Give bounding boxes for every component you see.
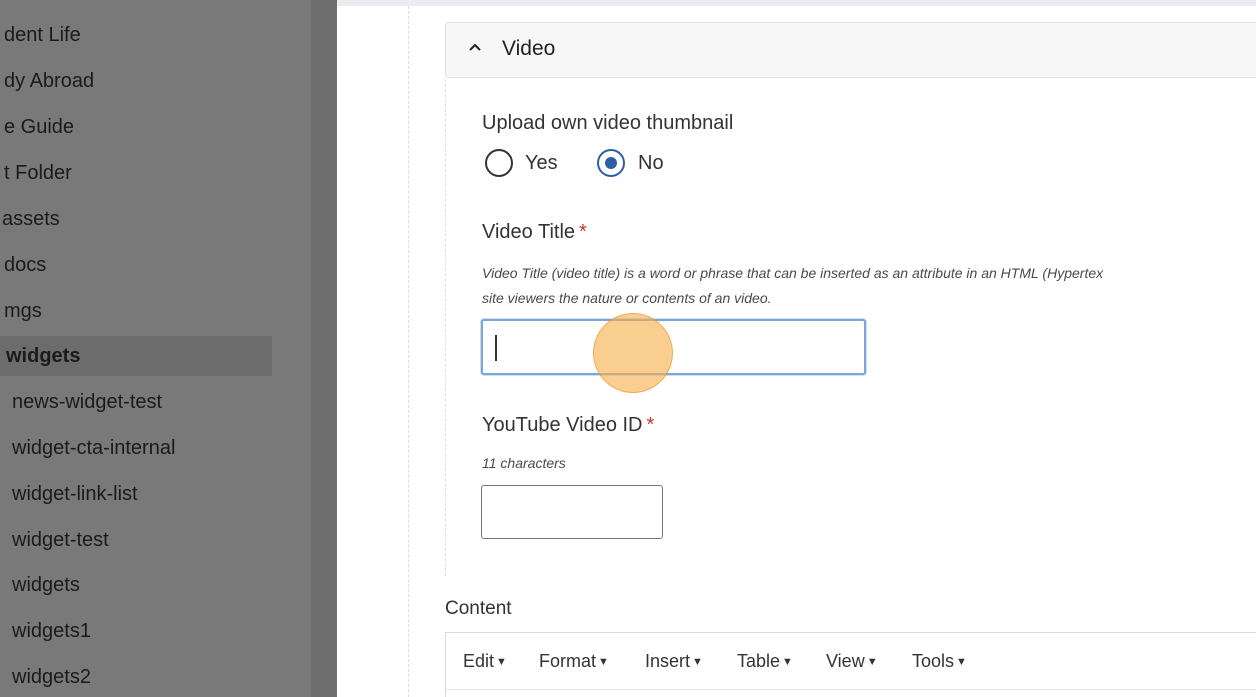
sidebar-item-study-abroad[interactable]: dy Abroad [4,61,94,101]
click-indicator [593,313,673,393]
chevron-down-icon: ▼ [692,656,703,668]
youtube-id-label-text: YouTube Video ID [482,414,643,436]
sidebar-item-widgets2[interactable]: widgets2 [12,657,91,697]
menu-format[interactable]: Format ▼ [539,651,609,672]
sidebar-item-widget-cta-internal[interactable]: widget-cta-internal [12,428,175,468]
sidebar-resize-gutter[interactable] [311,0,337,697]
content-editor: Edit ▼ Format ▼ Insert ▼ Table ▼ View ▼ Tools… [445,632,1256,697]
video-title-input[interactable] [481,319,866,375]
sidebar-item-imgs[interactable]: mgs [4,291,42,331]
menu-tools-label: Tools [912,651,955,671]
youtube-id-label: YouTube Video ID * [482,414,654,437]
form-panel: Video Upload own video thumbnail Yes No … [337,0,1256,697]
content-label: Content [445,598,512,619]
required-marker: * [646,414,655,436]
video-title-help-line2: site viewers the nature or contents of a… [482,290,772,306]
menu-view[interactable]: View ▼ [826,651,878,672]
chevron-down-icon: ▼ [598,656,609,668]
menu-format-label: Format [539,651,597,671]
thumbnail-yes-label[interactable]: Yes [525,152,558,175]
sidebar-item-widgets-folder[interactable]: widgets [0,336,272,376]
video-title-label: Video Title * [482,221,587,244]
menu-insert-label: Insert [645,651,691,671]
youtube-id-input[interactable] [481,485,663,539]
toolbar-divider [446,689,1256,690]
chevron-down-icon: ▼ [782,656,793,668]
video-section-header[interactable]: Video [445,22,1256,78]
menu-tools[interactable]: Tools ▼ [912,651,967,672]
menu-view-label: View [826,651,865,671]
sidebar-item-student-life[interactable]: dent Life [4,15,81,55]
panel-divider [408,6,409,697]
menu-table-label: Table [737,651,781,671]
sidebar-item-widgets[interactable]: widgets [12,565,80,605]
top-strip [337,0,1256,6]
menu-edit-label: Edit [463,651,495,671]
sidebar: dent Life dy Abroad e Guide t Folder ass… [0,0,311,697]
youtube-id-help: 11 characters [482,455,566,471]
sidebar-item-widgets1[interactable]: widgets1 [12,611,91,651]
menu-insert[interactable]: Insert ▼ [645,651,703,672]
video-title-help-line1: Video Title (video title) is a word or p… [482,265,1104,281]
sidebar-item-test-folder[interactable]: t Folder [4,153,72,193]
section-body-border [445,79,446,576]
menu-edit[interactable]: Edit ▼ [463,651,507,672]
text-caret [495,335,497,361]
sidebar-item-style-guide[interactable]: e Guide [4,107,74,147]
thumbnail-no-label[interactable]: No [638,152,664,175]
sidebar-item-docs[interactable]: docs [4,245,46,285]
sidebar-item-assets[interactable]: assets [2,199,60,239]
chevron-down-icon: ▼ [866,656,878,668]
menu-table[interactable]: Table ▼ [737,651,793,672]
sidebar-item-widget-test[interactable]: widget-test [12,520,109,560]
chevron-up-icon [469,43,481,51]
required-marker: * [579,221,587,243]
video-section-title: Video [502,37,556,60]
thumbnail-label: Upload own video thumbnail [482,112,734,134]
sidebar-item-news-widget-test[interactable]: news-widget-test [12,382,162,422]
thumbnail-no-radio[interactable] [597,149,625,177]
sidebar-item-widget-link-list[interactable]: widget-link-list [12,474,138,514]
chevron-down-icon: ▼ [956,656,967,668]
video-title-label-text: Video Title [482,221,576,243]
chevron-down-icon: ▼ [496,656,507,668]
thumbnail-yes-radio[interactable] [485,149,513,177]
